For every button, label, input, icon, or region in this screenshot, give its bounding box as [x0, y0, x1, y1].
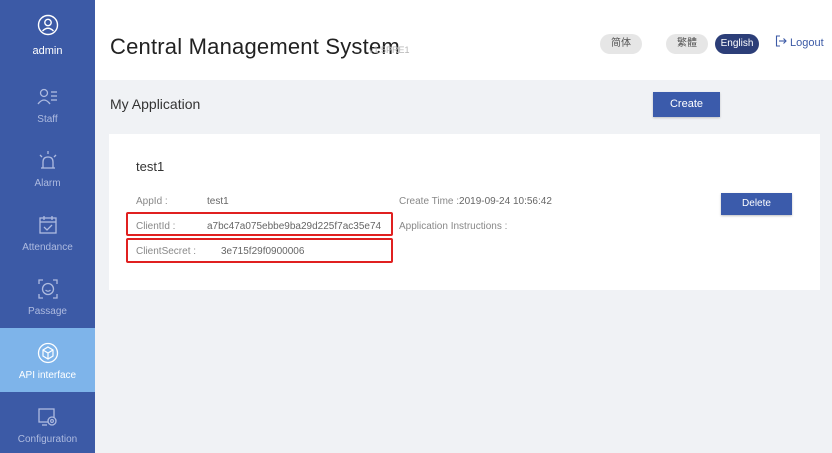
- app-title: Central Management System: [110, 34, 400, 59]
- sidebar-item-label: Staff: [37, 114, 58, 125]
- appid-value: test1: [207, 196, 229, 207]
- create-time-row: Create Time :2019-09-24 10:56:42: [399, 196, 552, 207]
- sidebar-item-label: API interface: [18, 370, 77, 381]
- sidebar-item-label: Configuration: [17, 434, 78, 445]
- api-cube-icon: [37, 342, 59, 364]
- sidebar-user[interactable]: admin: [0, 0, 95, 72]
- application-name: test1: [136, 159, 165, 174]
- staff-icon: [36, 86, 59, 108]
- logout-link[interactable]: Logout: [775, 35, 824, 50]
- page-title: My Application: [110, 96, 201, 112]
- sidebar-item-passage[interactable]: Passage: [0, 264, 95, 328]
- lang-english-button[interactable]: English: [715, 34, 759, 54]
- section-header: My Application: [95, 80, 832, 126]
- passage-icon: [37, 278, 59, 300]
- sidebar-item-alarm[interactable]: Alarm: [0, 136, 95, 200]
- create-button[interactable]: Create: [653, 92, 720, 117]
- delete-button[interactable]: Delete: [721, 193, 792, 215]
- sidebar-username: admin: [32, 45, 63, 57]
- lang-simplified-button[interactable]: 简体: [600, 34, 642, 54]
- sidebar-item-api-interface[interactable]: API interface: [0, 328, 95, 392]
- create-time-value: 2019-09-24 10:56:42: [459, 196, 552, 207]
- clientsecret-highlight-box: [126, 238, 393, 263]
- logout-icon: [775, 35, 787, 50]
- lang-traditional-button[interactable]: 繁體: [666, 34, 708, 54]
- clientid-highlight-box: [126, 212, 393, 236]
- sidebar-item-staff[interactable]: Staff: [0, 72, 95, 136]
- user-avatar-icon: [37, 14, 59, 39]
- sidebar: admin Staff Alarm Attendance Passage API…: [0, 0, 95, 453]
- appid-label: AppId :: [136, 196, 168, 207]
- sidebar-item-attendance[interactable]: Attendance: [0, 200, 95, 264]
- logout-label: Logout: [790, 36, 824, 49]
- sidebar-item-label: Alarm: [34, 178, 61, 189]
- instructions-row: Application Instructions :: [399, 221, 507, 232]
- create-time-label: Create Time :: [399, 196, 460, 207]
- version-label: v1.5PRE1: [369, 45, 410, 55]
- alarm-icon: [37, 150, 59, 172]
- sidebar-item-label: Attendance: [22, 242, 73, 253]
- sidebar-item-label: Passage: [28, 306, 67, 317]
- attendance-icon: [37, 214, 59, 236]
- top-header: Central Management System v1.5PRE1 简体 繁體…: [95, 0, 832, 80]
- appid-row: AppId : test1: [136, 196, 229, 207]
- instructions-label: Application Instructions :: [399, 221, 508, 232]
- sidebar-item-configuration[interactable]: Configuration: [0, 392, 95, 453]
- configuration-icon: [37, 406, 59, 428]
